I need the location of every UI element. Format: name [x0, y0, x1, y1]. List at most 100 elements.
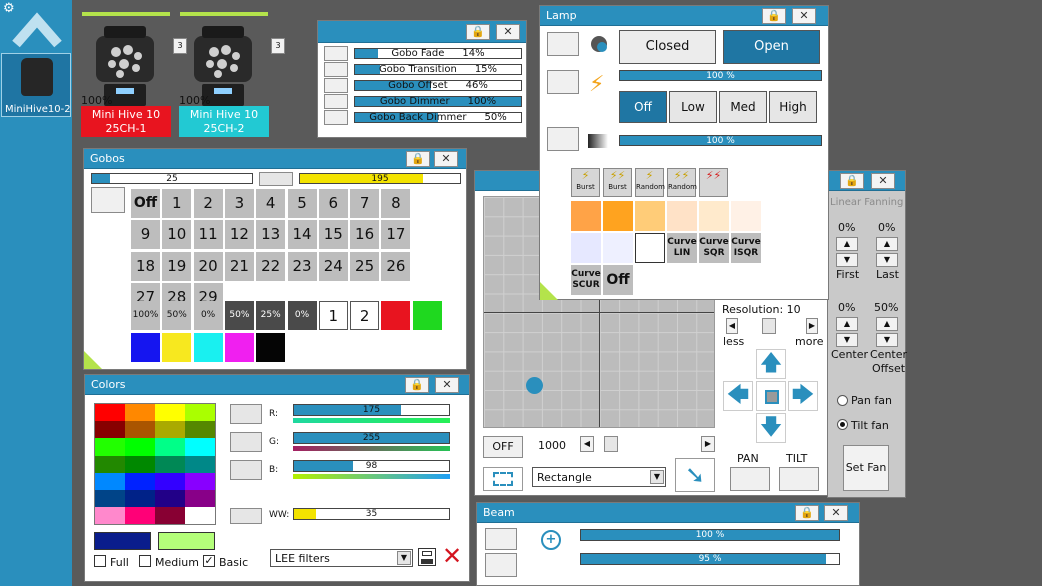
- gobo-effect-button[interactable]: 50%: [224, 301, 254, 330]
- basic-checkbox[interactable]: ✓: [203, 555, 215, 567]
- color-grid-cell[interactable]: [155, 438, 185, 456]
- color-grid-cell[interactable]: [95, 472, 125, 490]
- color-swatch-cyan[interactable]: [193, 333, 223, 362]
- gobo-slider-preset-button[interactable]: [324, 62, 348, 77]
- gobo-button[interactable]: 12: [224, 220, 254, 250]
- speed-up-button[interactable]: ▶: [701, 436, 715, 452]
- color-swatch-red[interactable]: [381, 301, 411, 330]
- gobo-button[interactable]: 7: [350, 189, 380, 218]
- fixture-tile[interactable]: MiniHive10-2: [1, 53, 71, 117]
- strobe-speed-bar[interactable]: 100 %: [619, 70, 822, 81]
- fixture-name-label[interactable]: Mini Hive 10 25CH-2: [179, 106, 269, 137]
- gobo-button[interactable]: 1: [162, 189, 192, 218]
- gobo-button[interactable]: 9: [131, 220, 160, 250]
- color-grid-cell[interactable]: [155, 421, 185, 439]
- red-bar[interactable]: 175: [293, 404, 450, 416]
- beam-focus-bar[interactable]: 95 %: [580, 553, 840, 565]
- fixture-card-1[interactable]: 3 100% Mini Hive 10 25CH-1: [80, 12, 187, 138]
- blue-bar[interactable]: 98: [293, 460, 450, 472]
- lamp-color-cell[interactable]: [571, 201, 601, 231]
- color-grid-cell[interactable]: [185, 421, 215, 439]
- off-button[interactable]: OFF: [483, 436, 523, 458]
- shape-select[interactable]: Rectangle ▼: [532, 467, 666, 487]
- lamp-effect-button[interactable]: ⚡ Burst: [571, 168, 600, 197]
- lamp-off-button[interactable]: Off: [603, 265, 633, 295]
- lock-icon[interactable]: 🔒: [795, 505, 819, 521]
- gobo-off-button[interactable]: Off: [131, 189, 160, 218]
- strobe-med-button[interactable]: Med: [719, 91, 767, 123]
- beam-zoom-bar[interactable]: 100 %: [580, 529, 840, 541]
- color-grid-cell[interactable]: [185, 507, 215, 525]
- arrow-right-button[interactable]: 🡆: [788, 381, 818, 411]
- center-up-button[interactable]: ▲: [836, 317, 858, 331]
- color-grid-cell[interactable]: [185, 404, 215, 422]
- strobe-high-button[interactable]: High: [769, 91, 817, 123]
- lamp-effect-button[interactable]: ⚡⚡ Burst: [603, 168, 632, 197]
- gobo-button[interactable]: 11: [193, 220, 223, 250]
- ww-bar[interactable]: 35: [293, 508, 450, 520]
- lock-icon[interactable]: 🔒: [405, 377, 429, 393]
- gobo-slider-bar[interactable]: Gobo Offset 46%: [354, 80, 522, 91]
- fixture-badge[interactable]: 3: [271, 38, 285, 54]
- speed-down-button[interactable]: ◀: [580, 436, 594, 452]
- color-grid-cell[interactable]: [155, 455, 185, 473]
- gobo-button[interactable]: 18: [131, 251, 160, 281]
- arrow-down-button[interactable]: 🡇: [756, 413, 786, 443]
- color-grid-cell[interactable]: [95, 455, 125, 473]
- gobo-effect-button[interactable]: 25%: [256, 301, 286, 330]
- gobo-slider-preset-button[interactable]: [324, 46, 348, 61]
- gobo-button[interactable]: 25: [350, 251, 380, 281]
- color-grid-cell[interactable]: [95, 404, 125, 422]
- arrow-left-button[interactable]: 🡄: [723, 381, 753, 411]
- curve-button[interactable]: Curve ISQR: [731, 233, 761, 263]
- color-grid-cell[interactable]: [95, 421, 125, 439]
- curve-button[interactable]: Curve SQR: [699, 233, 729, 263]
- close-icon[interactable]: ✕: [871, 173, 895, 189]
- strobe-off-button[interactable]: Off: [619, 91, 667, 123]
- gobo-slider-bar[interactable]: Gobo Dimmer 100%: [354, 96, 522, 107]
- apply-shape-button[interactable]: ➘: [675, 458, 715, 492]
- color-grid-cell[interactable]: [125, 455, 155, 473]
- gobo-button[interactable]: 23: [287, 251, 317, 281]
- first-down-button[interactable]: ▼: [836, 253, 858, 267]
- green-bar[interactable]: 255: [293, 432, 450, 444]
- gobo-button[interactable]: 20: [193, 251, 223, 281]
- color-swatch-blue[interactable]: [131, 333, 160, 362]
- resize-grip-icon[interactable]: [540, 282, 558, 300]
- dimmer-bar[interactable]: 100 %: [619, 135, 822, 146]
- color-grid-cell[interactable]: [185, 438, 215, 456]
- first-up-button[interactable]: ▲: [836, 237, 858, 251]
- color-swatch-magenta[interactable]: [224, 333, 254, 362]
- red-preset-button[interactable]: [230, 404, 262, 424]
- gobo-slider-bar[interactable]: Gobo Transition 15%: [354, 64, 522, 75]
- blue-preset-button[interactable]: [230, 460, 262, 480]
- gobo-effect-button[interactable]: 50%: [162, 301, 192, 330]
- pan-button[interactable]: [730, 467, 770, 491]
- beam-preset-button-2[interactable]: [485, 553, 517, 577]
- delete-icon[interactable]: ✕: [441, 544, 463, 568]
- ww-preset-button[interactable]: [230, 508, 262, 524]
- gobo-slider-preset-button[interactable]: [324, 110, 348, 125]
- color-grid-cell[interactable]: [125, 438, 155, 456]
- full-checkbox[interactable]: [94, 555, 106, 567]
- lock-icon[interactable]: 🔒: [466, 24, 490, 40]
- resize-grip-icon[interactable]: [84, 351, 102, 369]
- shutter-open-button[interactable]: Open: [723, 30, 820, 64]
- lamp-color-cell[interactable]: [667, 201, 697, 231]
- lamp-color-cell[interactable]: [603, 233, 633, 263]
- gobo-button[interactable]: 2: [193, 189, 223, 218]
- color-grid-cell[interactable]: [125, 421, 155, 439]
- tilt-fan-radio[interactable]: [837, 419, 848, 430]
- gobo-slider-preset-button[interactable]: [324, 94, 348, 109]
- color-grid-cell[interactable]: [155, 404, 185, 422]
- gobo-rotation-button[interactable]: [259, 172, 293, 186]
- arrow-up-button[interactable]: 🡅: [756, 349, 786, 379]
- beam-preset-button-1[interactable]: [485, 528, 517, 550]
- gobo-button[interactable]: 10: [162, 220, 192, 250]
- gobo-wheel-button[interactable]: 2: [350, 301, 380, 330]
- tilt-button[interactable]: [779, 467, 819, 491]
- gobo-button[interactable]: 4: [256, 189, 286, 218]
- dimmer-preset-button[interactable]: [547, 127, 579, 151]
- lamp-color-cell[interactable]: [699, 201, 729, 231]
- last-down-button[interactable]: ▼: [876, 253, 898, 267]
